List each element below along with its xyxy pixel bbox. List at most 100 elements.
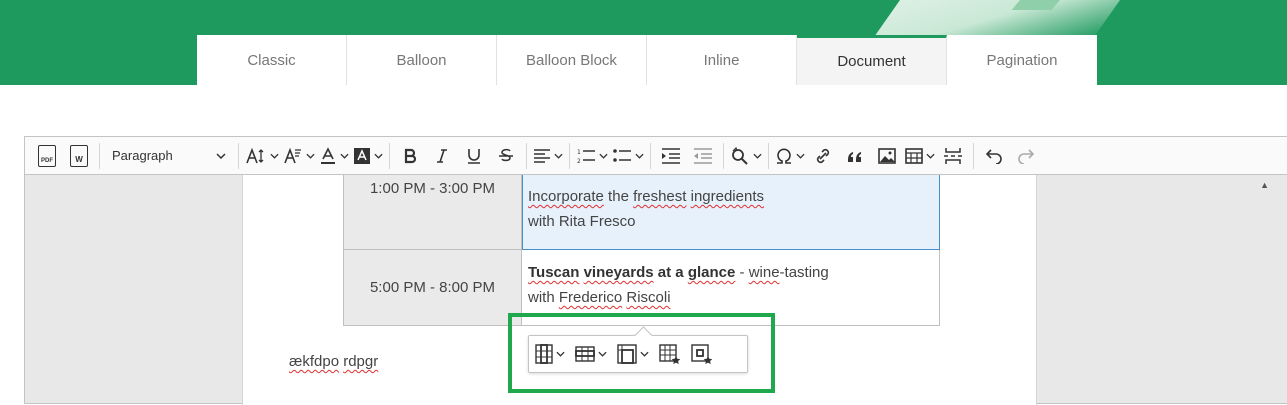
alignment-button[interactable]	[533, 142, 563, 170]
spellcheck-word: wine	[748, 264, 780, 281]
italic-button[interactable]	[428, 142, 456, 170]
tab-classic[interactable]: Classic	[197, 35, 347, 85]
find-and-replace-button[interactable]	[730, 142, 762, 170]
chevron-down-icon	[598, 351, 607, 357]
chevron-down-icon	[635, 153, 644, 159]
tab-document[interactable]: Document	[797, 35, 947, 85]
toolbar-separator	[973, 142, 974, 169]
table-row-button[interactable]	[575, 340, 607, 368]
table-cell-time[interactable]: 1:00 PM - 3:00 PM	[343, 175, 522, 250]
text-run: the	[603, 188, 634, 205]
indent-icon	[662, 147, 680, 164]
heading-dropdown[interactable]: Paragraph	[104, 142, 234, 170]
spellcheck-word: Frederico	[558, 289, 623, 306]
special-characters-button[interactable]	[775, 142, 805, 170]
undo-button[interactable]	[980, 142, 1008, 170]
time-text: 1:00 PM - 3:00 PM	[369, 180, 496, 197]
toolbar-separator	[99, 142, 100, 169]
spellcheck-word: Incorporate	[528, 188, 604, 205]
strikethrough-button[interactable]	[492, 142, 520, 170]
editor-type-tabs: Classic Balloon Balloon Block Inline Doc…	[197, 35, 1097, 85]
tab-balloon[interactable]: Balloon	[347, 35, 497, 85]
export-pdf-button[interactable]: PDF	[33, 142, 61, 170]
bulleted-list-button[interactable]	[612, 142, 644, 170]
indent-button[interactable]	[657, 142, 685, 170]
merge-cells-icon	[617, 344, 637, 364]
block-quote-button[interactable]	[841, 142, 869, 170]
spellcheck-word: rdpgr	[343, 353, 379, 370]
toolbar-separator	[569, 142, 570, 169]
editor-scrollbar[interactable]: ▲	[1260, 175, 1287, 405]
outdent-button[interactable]	[689, 142, 717, 170]
word-icon: W	[70, 144, 88, 167]
outdent-icon	[694, 147, 712, 164]
spellcheck-word: freshest	[633, 188, 687, 205]
export-word-button[interactable]: W	[65, 142, 93, 170]
numbered-list-button[interactable]: 12	[576, 142, 608, 170]
spellcheck-word: ingredients	[690, 188, 764, 205]
merge-cells-button[interactable]	[617, 340, 649, 368]
table-properties-icon	[659, 344, 681, 364]
spellcheck-word: ækfdpo	[289, 353, 340, 370]
schedule-table[interactable]: 1:00 PM - 3:00 PM Incorporate the freshe…	[343, 175, 940, 326]
table-cell-description-selected[interactable]: Incorporate the freshest ingredients wit…	[521, 175, 940, 250]
table-cell-time[interactable]: 5:00 PM - 8:00 PM	[343, 249, 522, 326]
tab-pagination[interactable]: Pagination	[947, 35, 1097, 85]
chevron-down-icon	[556, 351, 565, 357]
chevron-down-icon	[796, 153, 805, 159]
chevron-down-icon	[753, 153, 762, 159]
spellcheck-word: Riscoli	[626, 289, 671, 306]
link-icon	[816, 148, 830, 163]
word-icon-label: W	[75, 154, 83, 164]
align-left-icon	[534, 148, 550, 163]
table-properties-button[interactable]	[659, 340, 681, 368]
table-row-icon	[575, 346, 595, 362]
insert-image-button[interactable]	[873, 142, 901, 170]
toolbar-separator	[526, 142, 527, 169]
chevron-down-icon	[374, 153, 383, 159]
font-background-color-icon	[354, 147, 370, 164]
chevron-down-icon	[306, 153, 315, 159]
scroll-up-icon[interactable]: ▲	[1260, 180, 1269, 190]
italic-icon	[437, 148, 447, 163]
font-family-button[interactable]	[283, 142, 315, 170]
chevron-down-icon	[554, 153, 563, 159]
quote-icon	[848, 151, 861, 162]
toolbar-separator	[723, 142, 724, 169]
toolbar-separator	[650, 142, 651, 169]
redo-button[interactable]	[1012, 142, 1040, 170]
page-break-button[interactable]	[939, 142, 967, 170]
pdf-icon-label: PDF	[41, 157, 53, 164]
table-column-button[interactable]	[535, 340, 565, 368]
insert-table-button[interactable]	[905, 142, 935, 170]
undo-icon	[985, 148, 1002, 164]
spellcheck-word: glance	[687, 264, 736, 281]
cell-properties-icon	[691, 344, 713, 364]
text-run: with	[528, 289, 559, 306]
numbered-list-icon: 12	[577, 149, 595, 165]
font-size-icon	[246, 147, 264, 163]
site-header: Classic Balloon Balloon Block Inline Doc…	[0, 0, 1287, 85]
link-button[interactable]	[809, 142, 837, 170]
font-size-button[interactable]	[245, 142, 279, 170]
text-run: with Rita Fresco	[528, 213, 636, 230]
find-replace-icon	[732, 146, 748, 165]
bulleted-list-icon	[613, 148, 631, 162]
underline-button[interactable]	[460, 142, 488, 170]
table-row: 1:00 PM - 3:00 PM Incorporate the freshe…	[343, 175, 940, 250]
underline-icon	[468, 148, 480, 164]
paragraph[interactable]: ækfdpo rdpgr	[289, 353, 378, 370]
chevron-down-icon	[926, 153, 935, 159]
chevron-down-icon	[599, 153, 608, 159]
tab-inline[interactable]: Inline	[647, 35, 797, 85]
font-family-icon	[284, 147, 301, 163]
text-run: -tasting	[779, 264, 829, 281]
bold-button[interactable]	[396, 142, 424, 170]
tab-balloon-block[interactable]: Balloon Block	[497, 35, 647, 85]
font-background-color-button[interactable]	[353, 142, 383, 170]
chevron-down-icon	[340, 153, 349, 159]
table-column-icon	[535, 344, 553, 364]
font-color-button[interactable]	[319, 142, 349, 170]
cell-properties-button[interactable]	[691, 340, 713, 368]
chevron-down-icon	[640, 351, 649, 357]
